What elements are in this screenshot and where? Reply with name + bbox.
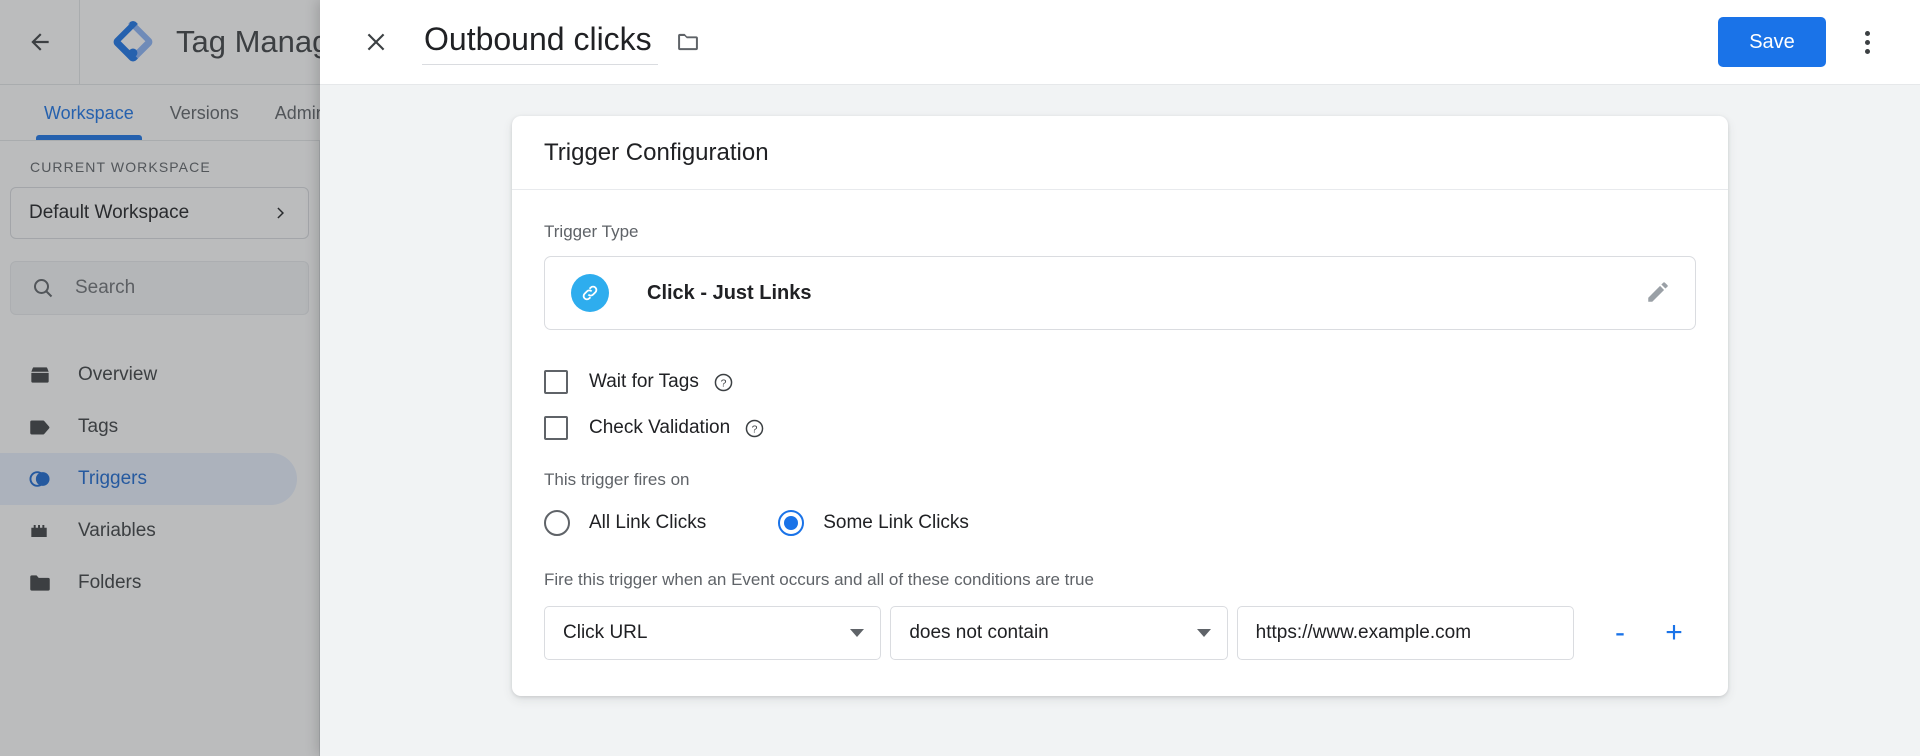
folder-icon (26, 569, 54, 597)
variables-icon (26, 517, 54, 545)
close-button[interactable] (350, 16, 402, 68)
svg-text:?: ? (720, 377, 726, 389)
card-body: Trigger Type Click - Just Links Wait for… (512, 190, 1728, 696)
trigger-name-input[interactable]: Outbound clicks (422, 19, 658, 65)
more-vert-icon-dot (1864, 30, 1870, 36)
trigger-edit-panel: Outbound clicks Save Trigger Configurati… (320, 0, 1920, 756)
more-options-button[interactable] (1840, 15, 1894, 69)
brand: Tag Manager (80, 19, 357, 65)
radio-some-link-clicks-control[interactable] (778, 510, 805, 536)
tab-workspace[interactable]: Workspace (26, 103, 152, 140)
radio-all-link-clicks-label: All Link Clicks (589, 512, 707, 533)
tag-manager-logo-icon (113, 21, 153, 62)
page-title: Outbound clicks (424, 21, 652, 57)
sidebar: CURRENT WORKSPACE Default Workspace Sear… (0, 141, 320, 756)
folder-icon[interactable] (674, 28, 702, 56)
wait-for-tags-row: Wait for Tags ? (544, 364, 1696, 400)
sidebar-item-label: Folders (78, 572, 142, 593)
card-title: Trigger Configuration (544, 138, 769, 166)
workspace-selector[interactable]: Default Workspace (10, 187, 309, 239)
search-placeholder: Search (75, 277, 136, 298)
conditions-label: Fire this trigger when an Event occurs a… (544, 570, 1094, 589)
condition-value-input[interactable]: https://www.example.com (1236, 606, 1574, 660)
trigger-configuration-card: Trigger Configuration Trigger Type Click… (512, 116, 1728, 696)
wait-for-tags-checkbox[interactable] (544, 370, 568, 394)
sidebar-nav: Overview Tags Triggers Variables Folders (0, 349, 319, 609)
back-button[interactable] (0, 0, 80, 85)
chevron-down-icon (1196, 629, 1211, 637)
trigger-type-label: Trigger Type (544, 222, 639, 241)
radio-some-link-clicks[interactable]: Some Link Clicks (778, 510, 969, 536)
help-icon[interactable]: ? (713, 372, 734, 393)
title-area: Outbound clicks (422, 19, 702, 65)
svg-text:?: ? (752, 423, 758, 435)
pencil-icon[interactable] (1645, 279, 1673, 307)
radio-some-link-clicks-label: Some Link Clicks (823, 512, 969, 533)
close-icon (367, 33, 385, 51)
check-validation-checkbox[interactable] (544, 416, 568, 440)
fires-on-radio-group: All Link Clicks Some Link Clicks (544, 510, 1696, 536)
tab-versions[interactable]: Versions (152, 103, 257, 140)
search-input[interactable]: Search (10, 261, 309, 315)
link-icon (571, 274, 609, 312)
condition-value-text: https://www.example.com (1255, 622, 1472, 643)
chevron-down-icon (850, 629, 865, 637)
radio-all-link-clicks[interactable]: All Link Clicks (544, 510, 706, 536)
panel-body: Trigger Configuration Trigger Type Click… (320, 85, 1920, 756)
arrow-left-icon (30, 33, 49, 51)
more-vert-icon-dot (1864, 48, 1870, 54)
sidebar-item-triggers[interactable]: Triggers (0, 453, 297, 505)
sidebar-item-tags[interactable]: Tags (0, 401, 297, 453)
workspace-name: Default Workspace (29, 202, 190, 223)
condition-operator-select[interactable]: does not contain (890, 606, 1228, 660)
tag-icon (26, 413, 54, 441)
add-condition-button[interactable]: + (1652, 611, 1696, 655)
sidebar-item-overview[interactable]: Overview (0, 349, 297, 401)
sidebar-item-label: Triggers (78, 468, 147, 489)
search-icon (34, 279, 53, 298)
help-icon[interactable]: ? (744, 418, 765, 439)
more-vert-icon-dot (1864, 39, 1870, 45)
sidebar-item-variables[interactable]: Variables (0, 505, 297, 557)
overview-icon (26, 361, 54, 389)
sidebar-item-label: Overview (78, 364, 158, 385)
sidebar-item-label: Tags (78, 416, 119, 437)
chevron-right-icon (277, 207, 284, 219)
check-validation-label: Check Validation (589, 417, 731, 438)
remove-condition-button[interactable]: - (1598, 611, 1642, 655)
wait-for-tags-label: Wait for Tags (589, 371, 699, 392)
panel-header: Outbound clicks Save (320, 0, 1920, 85)
check-validation-row: Check Validation ? (544, 410, 1696, 446)
condition-variable-value: Click URL (563, 622, 648, 643)
save-button[interactable]: Save (1718, 17, 1826, 67)
condition-operator-value: does not contain (909, 622, 1049, 643)
condition-row: Click URL does not contain https://www.e… (544, 606, 1696, 660)
trigger-type-selector[interactable]: Click - Just Links (544, 256, 1696, 330)
sidebar-item-label: Variables (78, 520, 156, 541)
current-workspace-label: CURRENT WORKSPACE (30, 159, 211, 175)
app-root: Tag Manager Workspace Versions Admin CUR… (0, 0, 1920, 756)
sidebar-item-folders[interactable]: Folders (0, 557, 297, 609)
radio-all-link-clicks-control[interactable] (544, 510, 570, 536)
card-header: Trigger Configuration (512, 116, 1728, 190)
condition-variable-select[interactable]: Click URL (544, 606, 882, 660)
options-checkbox-group: Wait for Tags ? Check Validation ? (544, 364, 1696, 446)
trigger-icon (26, 465, 54, 493)
fires-on-label: This trigger fires on (544, 470, 690, 489)
trigger-type-value: Click - Just Links (647, 281, 812, 304)
